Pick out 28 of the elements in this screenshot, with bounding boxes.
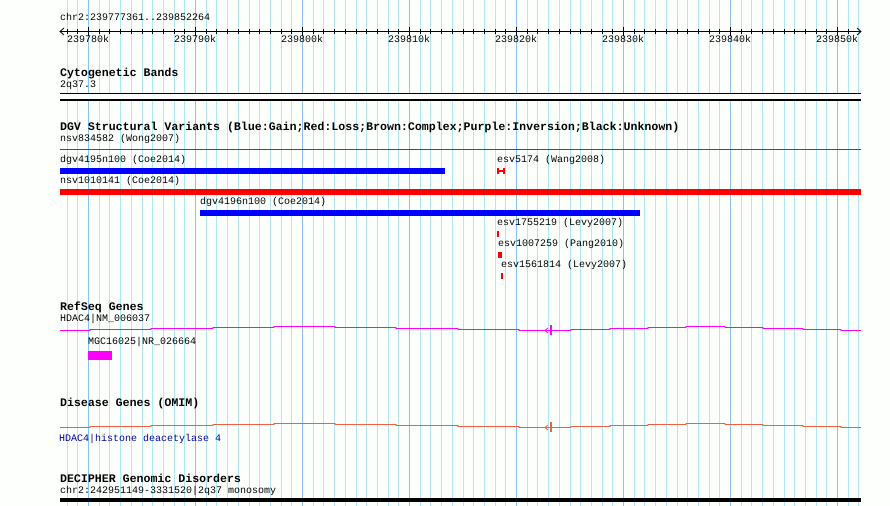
tick-label: 239840k (708, 35, 752, 47)
gene-box (88, 351, 112, 360)
tick-label: 239790k (172, 35, 217, 47)
tick-label: 239830k (600, 35, 645, 47)
feature-label: 2q37.3 (60, 80, 96, 92)
tick-label: 239780k (66, 35, 110, 47)
feature-label: esv1007259 (Pang2010) (498, 239, 624, 251)
feature-label: nsv1010141 (Coe2014) (60, 176, 180, 188)
track-title: DGV Structural Variants (Blue:Gain;Red:Loss;Brown:Complex;Purple:Inversion;Black:Unknown) (60, 121, 680, 134)
feature-label: esv1755219 (Levy2007) (497, 218, 624, 230)
feature-label: esv5174 (Wang2008) (497, 155, 606, 167)
track-title: Disease Genes (OMIM) (60, 397, 200, 410)
feature-label: dgv4195n100 (Coe2014) (60, 155, 186, 167)
track-title: DECIPHER Genomic Disorders (60, 473, 241, 486)
tick-label: 239850k (814, 35, 859, 47)
tick-label: 239810k (386, 35, 431, 47)
feature-label: dgv4196n100 (Coe2014) (200, 197, 326, 209)
gene-link[interactable]: HDAC4|histone deacetylase 4 (59, 434, 222, 446)
track-title: Cytogenetic Bands (60, 67, 178, 80)
track-title: RefSeq Genes (60, 301, 144, 314)
feature-label: esv1561814 (Levy2007) (501, 260, 628, 272)
feature-label: chr2:242951149-3331520|2q37 monosomy (60, 486, 276, 498)
feature-label: nsv834582 (Wong2007) (60, 134, 180, 146)
ruler-range: chr2:239777361..239852264 (60, 13, 210, 25)
feature-label: HDAC4|NM_006037 (60, 314, 150, 326)
tick-label: 239800k (280, 35, 324, 47)
tick-label: 239820k (494, 35, 538, 47)
feature-label: MGC16025|NR_026664 (88, 337, 196, 349)
